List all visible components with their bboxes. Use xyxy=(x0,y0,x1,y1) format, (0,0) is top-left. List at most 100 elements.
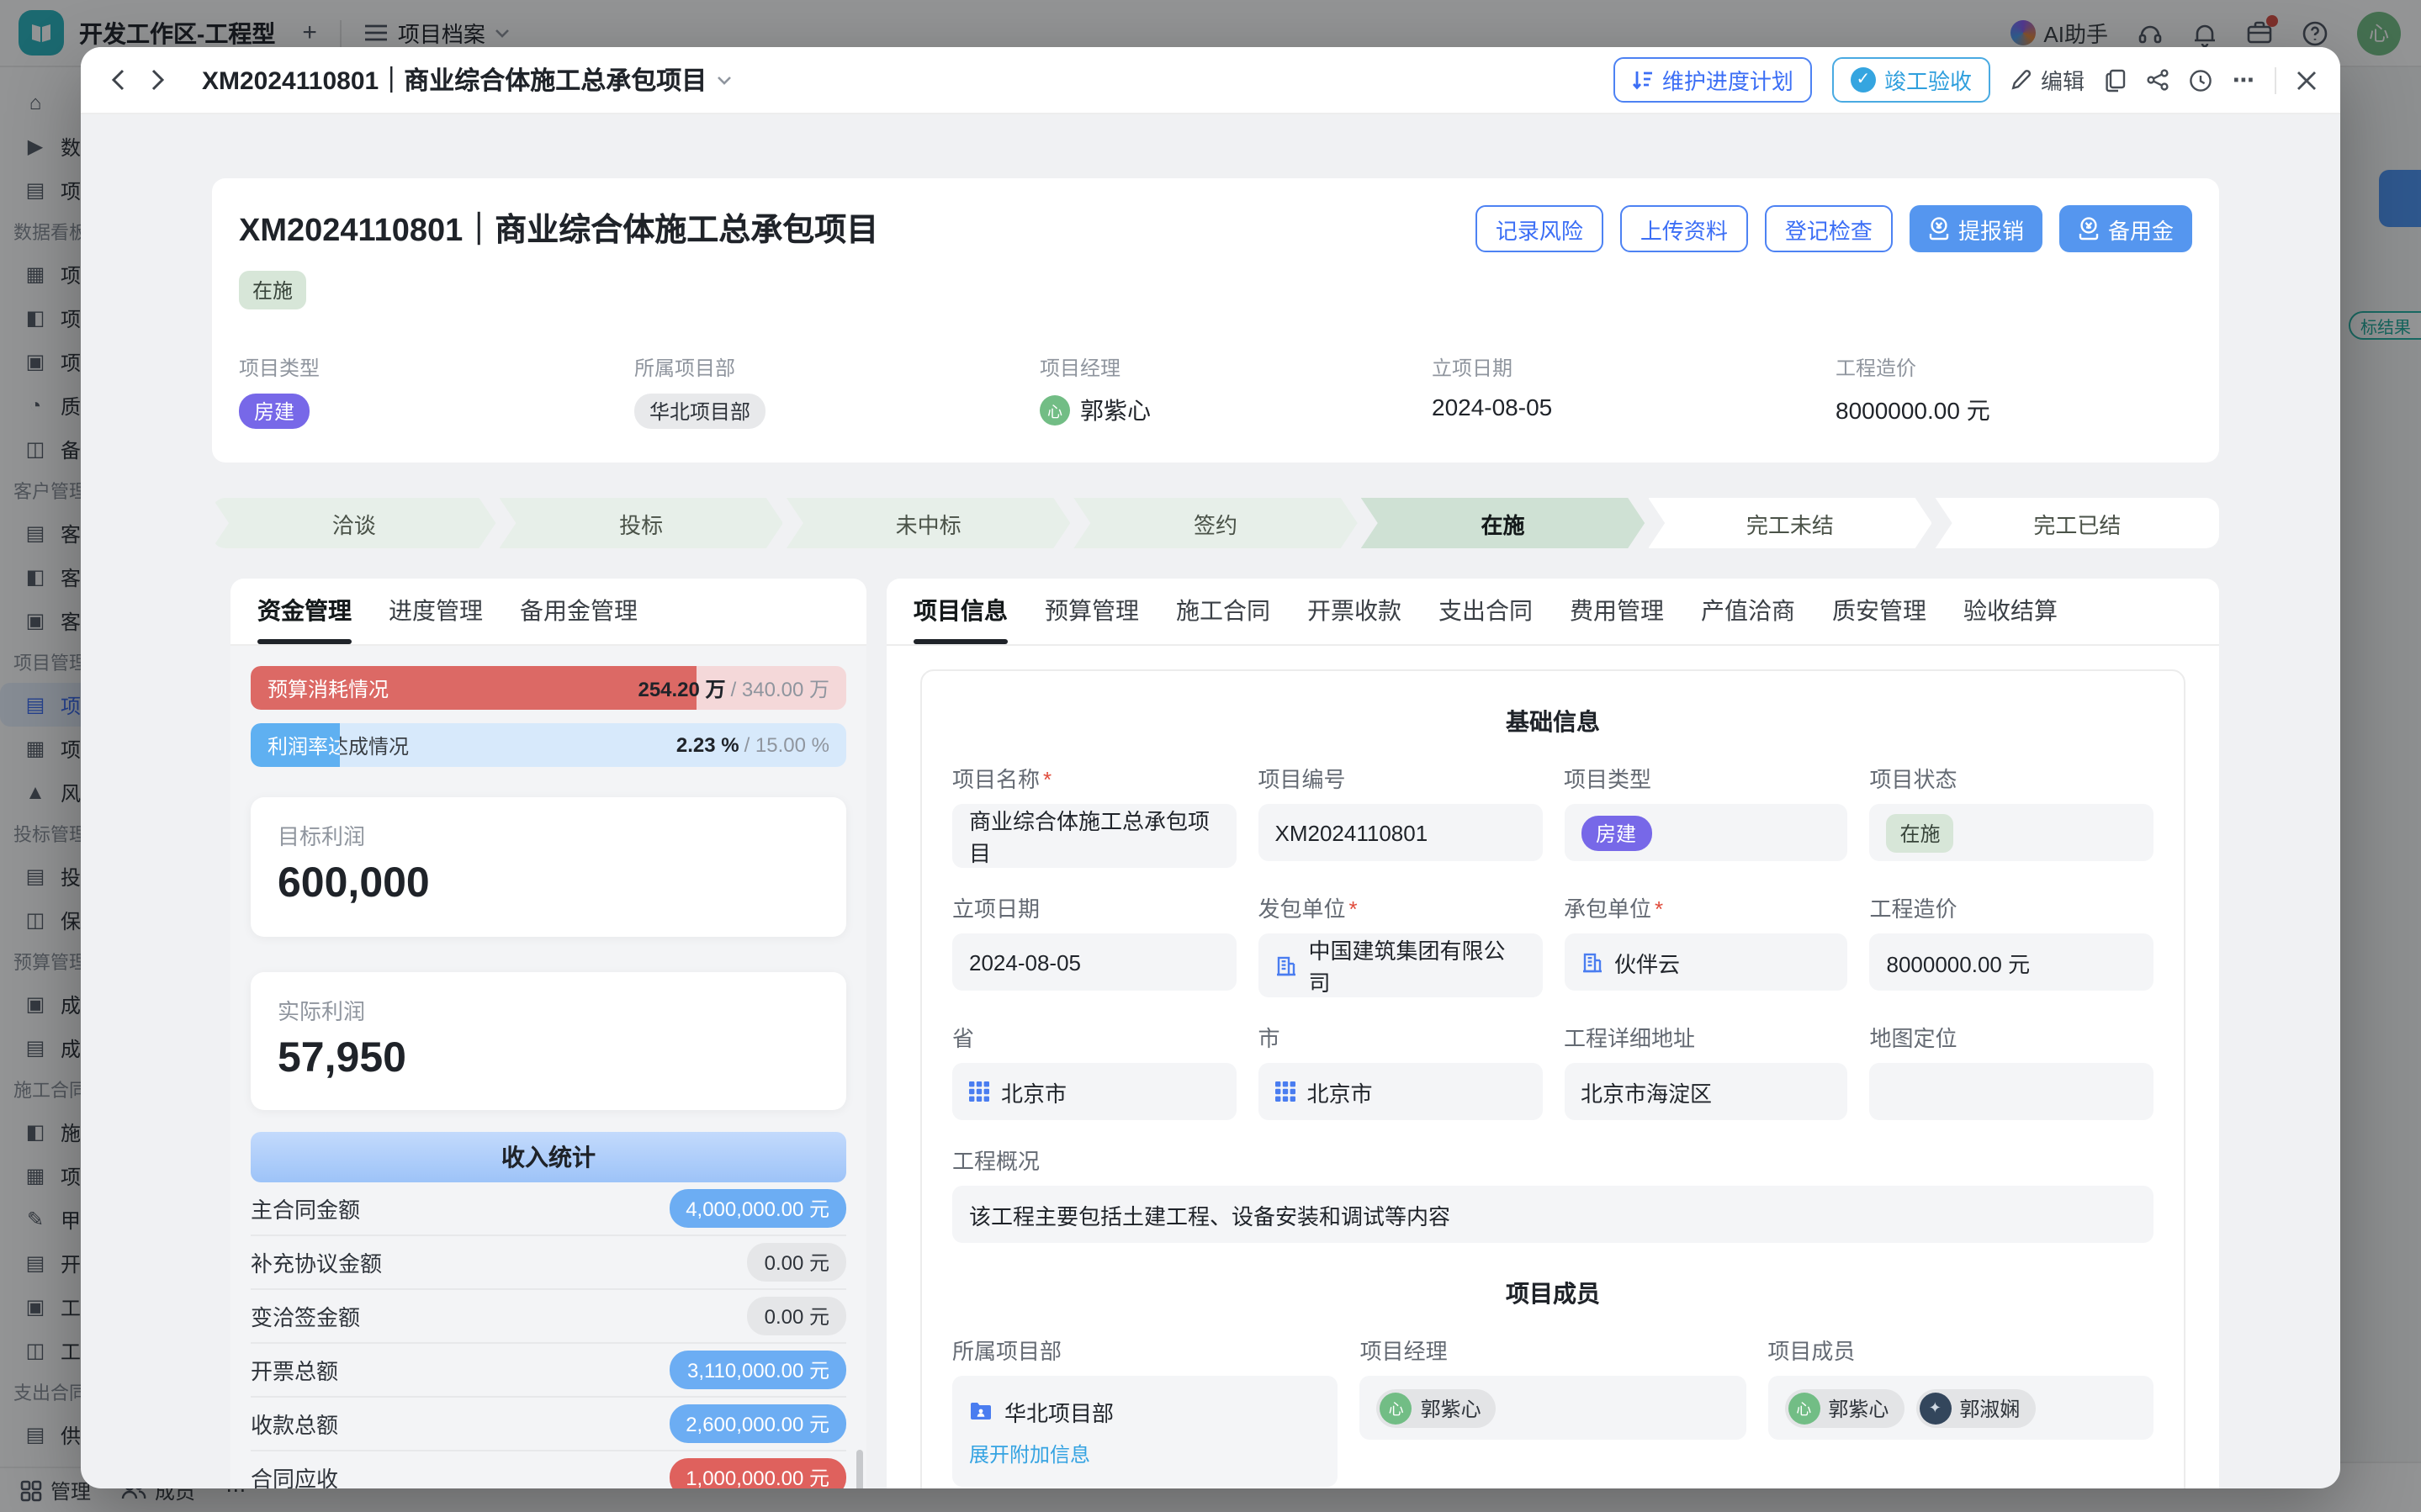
right-panel-tab[interactable]: 开票收款 xyxy=(1307,594,1401,644)
maintain-schedule-button[interactable]: 维护进度计划 xyxy=(1613,57,1812,103)
project-summary-card: XM2024110801｜商业综合体施工总承包项目 在施 记录风险 上传资料 登… xyxy=(212,178,2219,463)
income-row-value: 2,600,000.00 元 xyxy=(669,1404,846,1443)
income-statistics-button[interactable]: 收入统计 xyxy=(251,1132,846,1182)
profit-rate-bar: 利润率达成情况 利润率达成情况 2.23 % / 15.00 % xyxy=(251,723,846,767)
folder-user-icon xyxy=(969,1401,993,1421)
modal-title[interactable]: XM2024110801｜商业综合体施工总承包项目 xyxy=(202,62,732,98)
region-grid-icon xyxy=(969,1081,989,1102)
right-panel-tab[interactable]: 验收结算 xyxy=(1963,594,2058,644)
status-badge: 在施 xyxy=(1887,813,1954,852)
target-profit-card: 目标利润 600,000 xyxy=(251,797,846,937)
money-icon xyxy=(1928,217,1950,241)
field-project-members: 项目成员 心 郭紫心 ✦ 郭淑娴 xyxy=(1767,1334,2153,1487)
status-badge: 在施 xyxy=(239,271,306,309)
field-project-type: 项目类型 房建 xyxy=(1564,762,1848,868)
income-row: 收款总额 2,600,000.00 元 xyxy=(251,1398,846,1451)
left-panel-scrollbar[interactable] xyxy=(856,1450,863,1488)
right-panel-tab[interactable]: 费用管理 xyxy=(1570,594,1664,644)
field-city: 市 北京市 xyxy=(1258,1021,1543,1120)
funds-panel: 资金管理 进度管理 备用金管理 预算消耗情况 预算消耗情况 xyxy=(230,579,866,1488)
field-owner-unit: 发包单位* 中国建筑集团有限公司 xyxy=(1258,891,1543,997)
right-panel-tab[interactable]: 项目信息 xyxy=(914,594,1008,644)
left-panel-tab[interactable]: 进度管理 xyxy=(389,594,483,644)
type-badge: 房建 xyxy=(1581,815,1651,850)
stage-step[interactable]: 签约 xyxy=(1073,498,1357,548)
type-badge: 房建 xyxy=(239,394,310,429)
avatar: ✦ xyxy=(1919,1392,1951,1424)
income-row-value: 3,110,000.00 元 xyxy=(670,1351,846,1389)
project-action-button[interactable]: 上传资料 xyxy=(1620,205,1748,252)
copy-icon[interactable] xyxy=(2105,68,2127,92)
more-actions-button[interactable]: ⋯ xyxy=(2233,66,2254,93)
project-action-button[interactable]: 登记检查 xyxy=(1765,205,1893,252)
income-row: 补充协议金额 0.00 元 xyxy=(251,1236,846,1290)
right-panel-tab[interactable]: 施工合同 xyxy=(1176,594,1270,644)
field-project-code: 项目编号 XM2024110801 xyxy=(1258,762,1543,868)
avatar: 心 xyxy=(1380,1392,1412,1424)
history-icon[interactable] xyxy=(2189,68,2212,92)
chevron-down-icon xyxy=(717,75,732,85)
actual-profit-card: 实际利润 57,950 xyxy=(251,972,846,1110)
project-action-button[interactable]: 备用金 xyxy=(2059,205,2192,252)
target-profit-value: 600,000 xyxy=(278,859,819,908)
stage-step[interactable]: 完工未结 xyxy=(1648,498,1931,548)
income-row-label: 开票总额 xyxy=(251,1354,338,1386)
field-project-status: 项目状态 在施 xyxy=(1870,762,2154,868)
pencil-icon xyxy=(2010,69,2032,91)
avatar: 心 xyxy=(1040,395,1070,426)
right-panel-tab[interactable]: 支出合同 xyxy=(1438,594,1533,644)
field-department: 所属项目部 华北项目部 展开附加信息 xyxy=(952,1334,1338,1487)
stage-step[interactable]: 洽谈 xyxy=(212,498,495,548)
building-icon xyxy=(1581,951,1603,973)
income-row-label: 补充协议金额 xyxy=(251,1246,382,1278)
field-map-location: 地图定位 xyxy=(1870,1021,2154,1120)
income-row-label: 变洽签金额 xyxy=(251,1300,360,1332)
project-action-button[interactable]: 记录风险 xyxy=(1475,205,1603,252)
income-row-value: 0.00 元 xyxy=(748,1297,846,1335)
stage-step[interactable]: 完工已结 xyxy=(1936,498,2219,548)
avatar: 心 xyxy=(1788,1392,1820,1424)
income-row-value: 4,000,000.00 元 xyxy=(669,1189,846,1228)
field-detail-address: 工程详细地址 北京市海淀区 xyxy=(1564,1021,1848,1120)
edit-button[interactable]: 编辑 xyxy=(2010,64,2085,96)
required-asterisk: * xyxy=(1043,767,1052,792)
right-panel-tab[interactable]: 质安管理 xyxy=(1832,594,1926,644)
stage-step[interactable]: 在施 xyxy=(1361,498,1645,548)
field-start-date: 立项日期 2024-08-05 xyxy=(1432,353,1836,429)
member-chip: ✦ 郭淑娴 xyxy=(1915,1388,2035,1427)
right-panel-tab[interactable]: 产值洽商 xyxy=(1701,594,1795,644)
project-action-button[interactable]: 提报销 xyxy=(1910,205,2042,252)
field-start-date: 立项日期 2024-08-05 xyxy=(952,891,1237,997)
left-panel-tab[interactable]: 备用金管理 xyxy=(520,594,638,644)
completion-acceptance-button[interactable]: ✓ 竣工验收 xyxy=(1832,57,1990,103)
budget-consumption-bar: 预算消耗情况 预算消耗情况 254.20 万 / 340.00 万 xyxy=(251,666,846,710)
modal-header: XM2024110801｜商业综合体施工总承包项目 维护进度计划 ✓ 竣工验收 … xyxy=(81,47,2340,114)
next-record-button[interactable] xyxy=(151,69,165,91)
member-chip: 心 郭紫心 xyxy=(1784,1388,1904,1427)
right-panel-tab[interactable]: 预算管理 xyxy=(1045,594,1139,644)
sort-descending-icon xyxy=(1632,69,1654,91)
prev-record-button[interactable] xyxy=(111,69,124,91)
field-project-manager: 项目经理 心 郭紫心 xyxy=(1360,1334,1746,1487)
stage-step[interactable]: 未中标 xyxy=(787,498,1070,548)
expand-extra-info-link[interactable]: 展开附加信息 xyxy=(969,1439,1090,1467)
stage-step[interactable]: 投标 xyxy=(499,498,782,548)
close-icon[interactable] xyxy=(2297,70,2317,90)
section-project-members: 项目成员 xyxy=(952,1277,2153,1310)
department-badge: 华北项目部 xyxy=(634,394,766,429)
field-project-type: 项目类型 房建 xyxy=(239,353,634,429)
project-stage-stepper: 洽谈 投标 未中标 签约 在施 完工未结 完工已结 xyxy=(212,498,2219,548)
building-icon xyxy=(1275,954,1297,976)
income-row-label: 合同应收 xyxy=(251,1462,338,1488)
project-detail-modal: XM2024110801｜商业综合体施工总承包项目 维护进度计划 ✓ 竣工验收 … xyxy=(81,47,2340,1488)
income-row: 合同应收 1,000,000.00 元 xyxy=(251,1451,846,1488)
share-icon[interactable] xyxy=(2147,69,2169,91)
income-rows: 主合同金额 4,000,000.00 元 补充协议金额 0.00 元 变洽签金额… xyxy=(251,1182,846,1488)
left-panel-tab[interactable]: 资金管理 xyxy=(257,594,352,644)
money-icon xyxy=(2078,217,2100,241)
income-row-value: 1,000,000.00 元 xyxy=(669,1458,846,1488)
member-chip: 心 郭紫心 xyxy=(1377,1388,1497,1427)
badge-check-icon: ✓ xyxy=(1851,67,1876,93)
required-asterisk: * xyxy=(1349,896,1358,922)
field-department: 所属项目部 华北项目部 xyxy=(634,353,1040,429)
